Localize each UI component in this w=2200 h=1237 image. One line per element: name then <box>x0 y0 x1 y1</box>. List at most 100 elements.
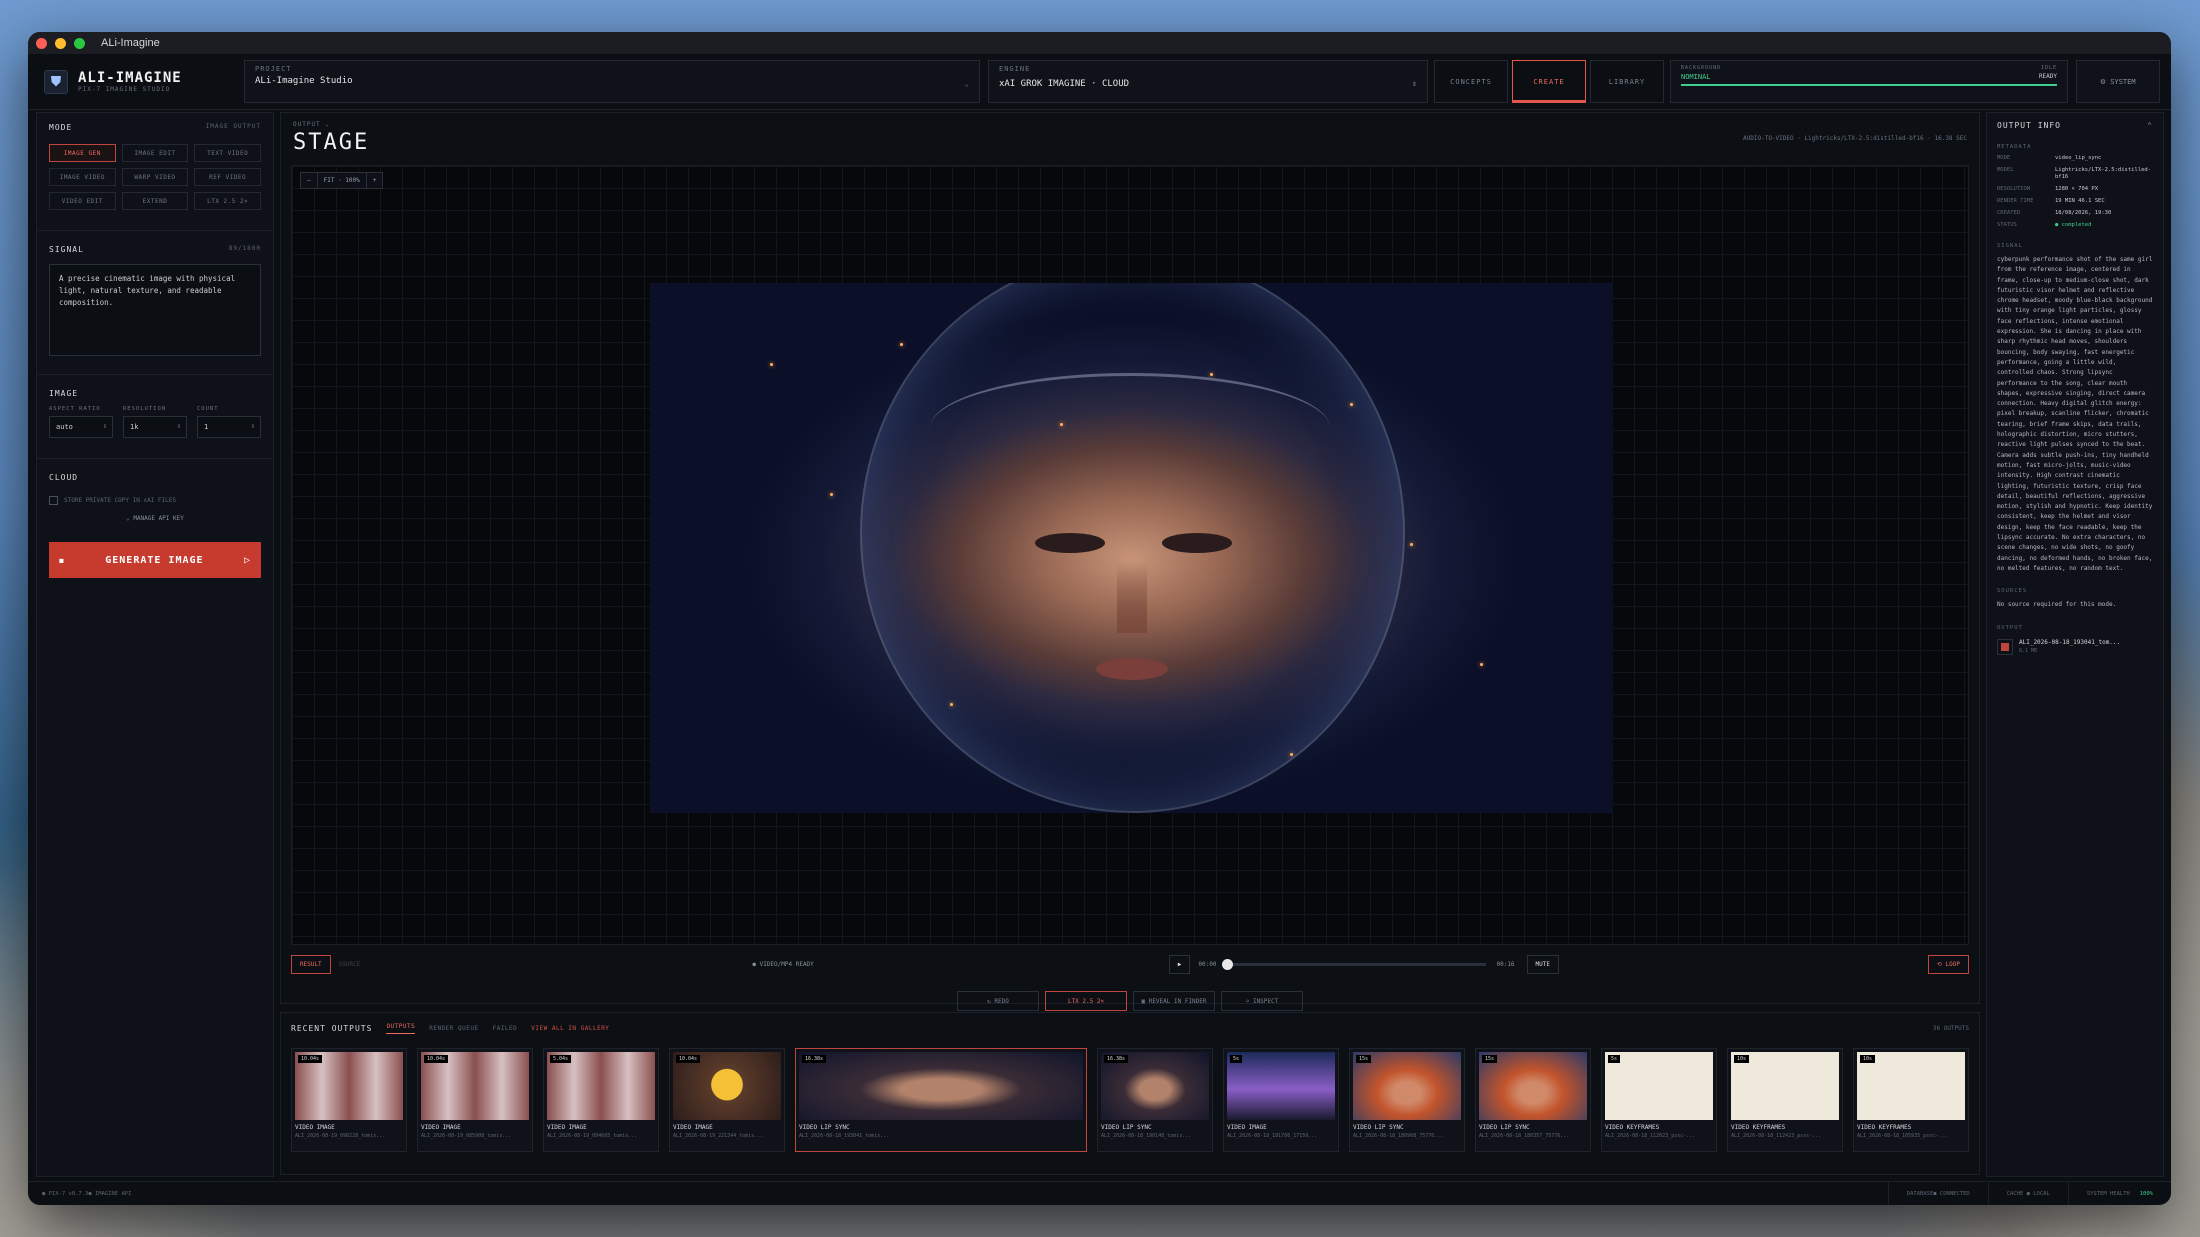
thumbnail-strip: 10.04s VIDEO IMAGE ALI_2026-08-19_090228_t… <box>281 1034 1979 1152</box>
meta-key: MODE <box>1997 155 2011 161</box>
sources-label: SOURCES <box>1997 588 2028 595</box>
mode-image-gen[interactable]: IMAGE GEN <box>49 144 116 162</box>
meta-value: 19 MIN 46.1 SEC <box>2055 198 2105 204</box>
system-button[interactable]: ⚙ SYSTEM <box>2076 60 2160 103</box>
close-window-button[interactable] <box>36 37 47 49</box>
zoom-fit-button[interactable]: FIT · 100% <box>318 173 367 188</box>
spark <box>1290 753 1293 756</box>
output-thumb[interactable]: 5.04s VIDEO IMAGE ALI_2026-08-19_084605_to… <box>543 1048 659 1152</box>
output-thumb[interactable]: 16.38s VIDEO LIP SYNC ALI_2026-08-18_19014… <box>1097 1048 1213 1152</box>
engine-label: ENGINE <box>999 65 1031 73</box>
count-select[interactable]: 1 <box>197 416 261 438</box>
mode-section: MODE IMAGE OUTPUT IMAGE GEN IMAGE EDIT TE… <box>37 113 273 216</box>
title-bar: ALi-Imagine <box>28 32 2171 54</box>
updown-icon: ⇕ <box>1412 79 1417 88</box>
project-label: PROJECT <box>255 65 292 73</box>
manage-api-key-link[interactable]: ⌄ MANAGE API KEY <box>49 515 261 522</box>
mode-extend[interactable]: EXTEND <box>121 192 189 210</box>
result-tab[interactable]: RESULT <box>291 954 331 974</box>
scrubber-handle[interactable] <box>1222 958 1234 970</box>
duration-badge: 5s <box>1230 1055 1243 1063</box>
mode-ltx[interactable]: LTX 2.5 2× <box>194 192 261 210</box>
mode-title: MODE <box>49 123 73 132</box>
duration-badge: 10.04s <box>298 1055 323 1063</box>
source-tab[interactable]: SOURCE <box>331 956 369 973</box>
image-title: IMAGE <box>49 389 79 398</box>
video-ready-status: ● VIDEO/MP4 READY <box>752 960 814 968</box>
output-thumb[interactable]: 10s VIDEO KEYFRAMES ALI_2026-08-18_105935_… <box>1853 1048 1969 1152</box>
meta-key: MODEL <box>1997 167 2014 173</box>
inspect-button[interactable]: ⌕ INSPECT <box>1221 991 1303 1011</box>
generate-image-button[interactable]: ◼ GENERATE IMAGE ▷ <box>49 542 261 578</box>
zoom-out-button[interactable]: – <box>301 173 318 188</box>
output-preview-image <box>650 283 1613 813</box>
project-selector[interactable]: PROJECT ALi-Imagine Studio ⌄ <box>244 60 980 103</box>
count-label: COUNT <box>197 406 219 412</box>
tab-render-queue[interactable]: RENDER QUEUE <box>429 1025 478 1032</box>
meta-key: RENDER TIME <box>1997 198 2034 204</box>
preview-canvas[interactable]: – FIT · 100% + <box>291 165 1969 945</box>
output-thumb[interactable]: 10.04s VIDEO IMAGE ALI_2026-08-19_221344_t… <box>669 1048 785 1152</box>
app-window: ALi-Imagine ⛊ ALI-IMAGINE PIX-7 IMAGINE … <box>28 32 2171 1205</box>
mode-image-video[interactable]: IMAGE VIDEO <box>49 168 116 186</box>
playback-scrubber[interactable] <box>1222 958 1487 970</box>
minimize-window-button[interactable] <box>55 37 66 49</box>
loop-button[interactable]: ⟲ LOOP <box>1927 954 1969 974</box>
output-thumb[interactable]: 5s VIDEO KEYFRAMES ALI_2026-08-18_112023_p… <box>1601 1048 1717 1152</box>
mute-button[interactable]: MUTE <box>1526 954 1559 974</box>
output-thumb[interactable]: 15s VIDEO LIP SYNC ALI_2026-08-18_180357_7… <box>1475 1048 1591 1152</box>
output-thumb[interactable]: 5s VIDEO IMAGE ALI_2026-08-18_181706_17159… <box>1223 1048 1339 1152</box>
reveal-in-finder-button[interactable]: ▣ REVEAL IN FINDER <box>1133 991 1215 1011</box>
mode-ref-video[interactable]: REF VIDEO <box>194 168 261 186</box>
output-thumb[interactable]: 10.04s VIDEO IMAGE ALI_2026-08-19_085908_t… <box>417 1048 533 1152</box>
output-filename: ALI_2026-08-19_085908_tomis... <box>421 1133 512 1139</box>
output-info-title: OUTPUT INFO <box>1997 121 2061 130</box>
ltx-upscale-button[interactable]: LTX 2.5 2× <box>1045 991 1127 1011</box>
output-file-size: 8.1 MB <box>2019 648 2038 654</box>
output-file[interactable]: ALI_2026-08-18_193041_tom... 8.1 MB <box>1997 638 2153 655</box>
output-dropdown[interactable]: OUTPUT ⌄ <box>293 121 369 128</box>
checkbox-box[interactable] <box>49 496 58 505</box>
engine-selector[interactable]: ENGINE xAI GROK IMAGINE · CLOUD ⇕ <box>988 60 1428 103</box>
spark <box>1060 423 1063 426</box>
stage-panel: OUTPUT ⌄ STAGE AUDIO-TO-VIDEO · Lightric… <box>280 112 1980 1011</box>
view-all-gallery-link[interactable]: VIEW ALL IN GALLERY <box>531 1025 609 1032</box>
output-filename: ALI_2026-08-18_190148_tomis... <box>1101 1133 1192 1139</box>
output-thumb-selected[interactable]: 16.38s VIDEO LIP SYNC ALI_2026-08-18_19304… <box>795 1048 1087 1152</box>
mode-image-edit[interactable]: IMAGE EDIT <box>121 144 189 162</box>
play-button[interactable]: ▶ <box>1168 954 1191 974</box>
nose-shape <box>1117 563 1147 633</box>
output-thumb[interactable]: 15s VIDEO LIP SYNC ALI_2026-08-18_180908_7… <box>1349 1048 1465 1152</box>
tab-library[interactable]: LIBRARY <box>1590 60 1664 103</box>
duration-badge: 5s <box>1608 1055 1621 1063</box>
output-filename: ALI_2026-08-18_105935_pssc-... <box>1857 1133 1948 1139</box>
spark <box>770 363 773 366</box>
store-private-checkbox[interactable]: STORE PRIVATE COPY IN xAI FILES <box>49 496 261 505</box>
output-filename: ALI_2026-08-19_084605_tomis... <box>547 1133 638 1139</box>
resolution-label: RESOLUTION <box>123 406 167 412</box>
spark <box>950 703 953 706</box>
output-thumb[interactable]: 10s VIDEO KEYFRAMES ALI_2026-08-18_112423_… <box>1727 1048 1843 1152</box>
redo-button[interactable]: ↻ REDO <box>957 991 1039 1011</box>
output-thumb[interactable]: 10.04s VIDEO IMAGE ALI_2026-08-19_090228_t… <box>291 1048 407 1152</box>
aspect-ratio-select[interactable]: auto <box>49 416 113 438</box>
collapse-chevron-icon[interactable]: ⌃ <box>2147 121 2153 130</box>
zoom-in-button[interactable]: + <box>367 173 383 188</box>
tab-concepts[interactable]: CONCEPTS <box>1434 60 1508 103</box>
chevron-down-icon: ⌄ <box>964 79 969 88</box>
resolution-select[interactable]: 1k <box>123 416 187 438</box>
mode-warp-video[interactable]: WARP VIDEO <box>121 168 189 186</box>
spark <box>1410 543 1413 546</box>
output-filename: ALI_2026-08-18_112023_pssc-... <box>1605 1133 1696 1139</box>
zoom-window-button[interactable] <box>74 37 85 49</box>
mode-text-video[interactable]: TEXT VIDEO <box>194 144 261 162</box>
brand-subtitle: PIX-7 IMAGINE STUDIO <box>78 86 171 93</box>
output-filename: ALI_2026-08-19_090228_tomis... <box>295 1133 386 1139</box>
tab-outputs[interactable]: OUTPUTS <box>386 1023 416 1034</box>
tab-failed[interactable]: FAILED <box>493 1025 518 1032</box>
play-arrow-icon: ▷ <box>243 554 251 566</box>
playback-controls: RESULT SOURCE ● VIDEO/MP4 READY ▶ 00:00 … <box>291 953 1969 975</box>
tab-create[interactable]: CREATE <box>1512 60 1586 103</box>
mode-video-edit[interactable]: VIDEO EDIT <box>49 192 116 210</box>
signal-textarea[interactable]: A precise cinematic image with physical … <box>49 264 261 356</box>
